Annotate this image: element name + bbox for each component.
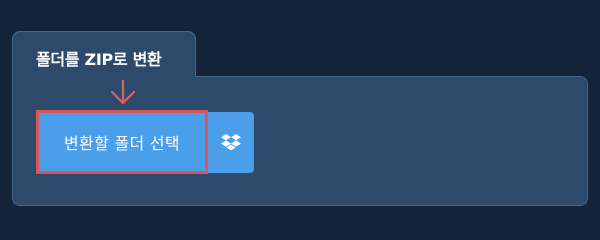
select-folder-button[interactable]: 변환할 폴더 선택 xyxy=(36,110,208,174)
select-folder-label: 변환할 폴더 선택 xyxy=(64,134,180,153)
dropbox-icon xyxy=(221,133,241,150)
dropbox-button[interactable] xyxy=(208,112,254,173)
panel-tab-seam xyxy=(13,74,195,80)
arrow-down-icon xyxy=(110,80,136,105)
panel-title: 폴더를 ZIP로 변환 xyxy=(36,50,162,69)
